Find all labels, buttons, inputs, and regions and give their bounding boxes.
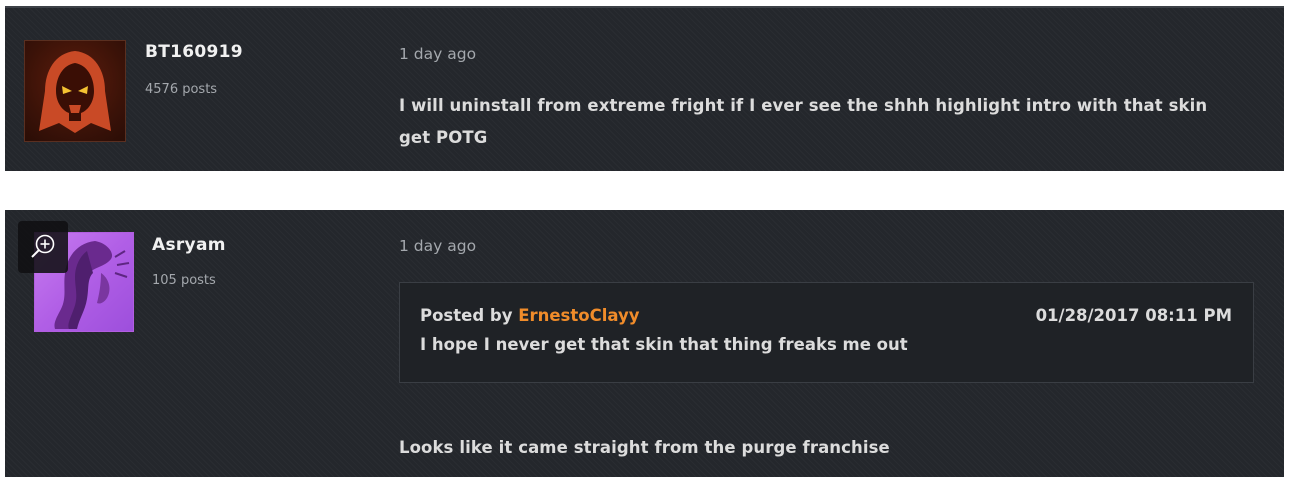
username[interactable]: Asryam bbox=[152, 235, 226, 255]
post-count: 105 posts bbox=[152, 273, 216, 288]
post-body: I will uninstall from extreme fright if … bbox=[399, 90, 1207, 154]
quote-attribution: Posted by ErnestoClayy bbox=[420, 306, 640, 325]
zoom-in-icon bbox=[31, 234, 55, 258]
quote-text: I hope I never get that skin that thing … bbox=[420, 335, 908, 354]
forum-post: BT160919 4576 posts 1 day ago I will uni… bbox=[5, 6, 1284, 171]
post-body: Looks like it came straight from the pur… bbox=[399, 438, 890, 457]
post-timestamp: 1 day ago bbox=[399, 237, 477, 255]
user-avatar[interactable] bbox=[24, 40, 126, 142]
zoom-button[interactable] bbox=[18, 221, 68, 273]
post-count: 4576 posts bbox=[145, 82, 218, 97]
quote-block: Posted by ErnestoClayy 01/28/2017 08:11 … bbox=[399, 282, 1254, 383]
quote-author-link[interactable]: ErnestoClayy bbox=[518, 306, 639, 325]
post-body-line: I will uninstall from extreme fright if … bbox=[399, 96, 1208, 115]
quote-date: 01/28/2017 08:11 PM bbox=[1035, 306, 1232, 325]
username[interactable]: BT160919 bbox=[145, 42, 243, 62]
post-body-line: get POTG bbox=[399, 128, 488, 147]
hooded-skull-avatar-icon bbox=[39, 51, 111, 133]
quote-prefix: Posted by bbox=[420, 306, 519, 325]
forum-post: Asryam 105 posts 1 day ago Posted by Ern… bbox=[5, 210, 1284, 477]
post-timestamp: 1 day ago bbox=[399, 45, 477, 63]
